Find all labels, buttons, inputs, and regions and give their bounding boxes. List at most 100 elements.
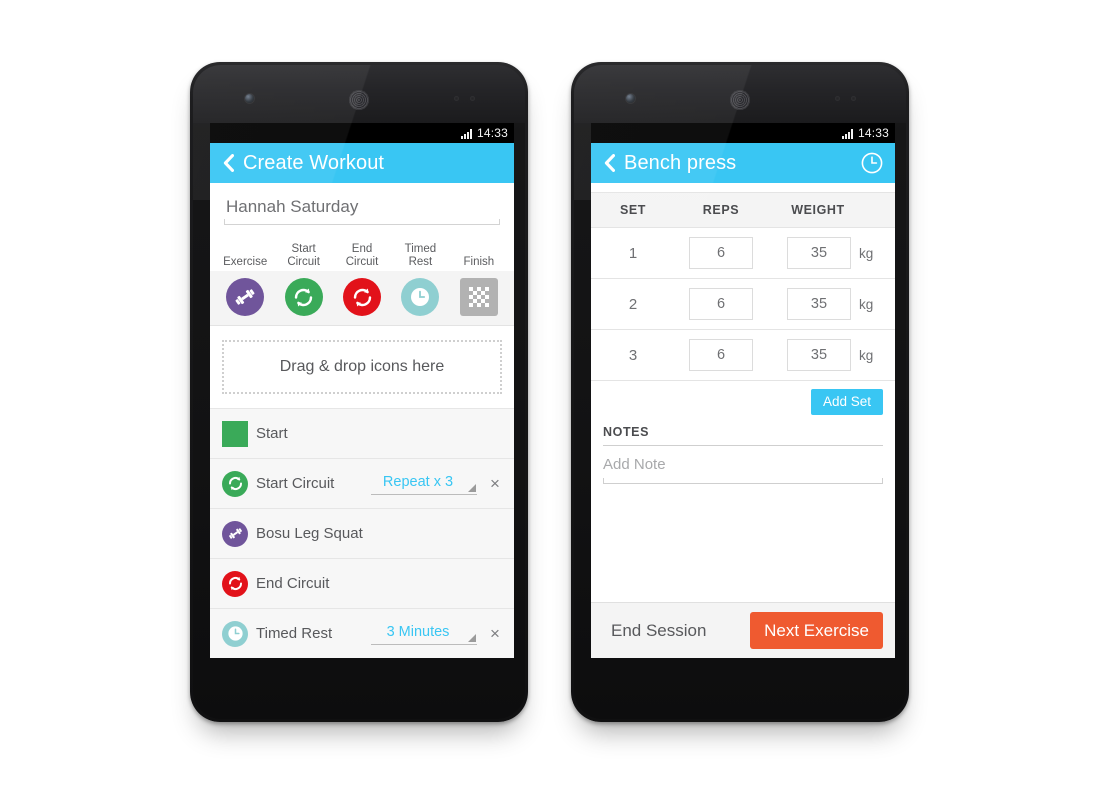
- set-number: 1: [628, 244, 638, 262]
- list-item-options: 3 Minutes ×: [371, 623, 502, 645]
- list-item-label: Bosu Leg Squat: [256, 525, 363, 542]
- proximity-sensor-icon: [454, 96, 459, 101]
- list-item-label: Timed Rest: [256, 625, 333, 642]
- weight-input[interactable]: 35: [787, 237, 851, 269]
- tool-label-finish: Finish: [463, 256, 495, 268]
- weight-cell: 35 kg: [767, 288, 895, 320]
- end-session-button[interactable]: End Session: [611, 621, 706, 641]
- weight-cell: 35 kg: [767, 339, 895, 371]
- refresh-loop-icon: [222, 470, 256, 497]
- bench-press-body: SET REPS WEIGHT 1 6 35 kg 2 6 35 kg 3 6 …: [591, 183, 895, 658]
- chevron-down-icon: [468, 483, 476, 492]
- app-bar-create-workout: Create Workout: [210, 143, 514, 183]
- tool-finish[interactable]: [450, 278, 508, 316]
- notes-heading: NOTES: [603, 425, 883, 446]
- refresh-loop-icon: [343, 278, 382, 316]
- workout-name-value: Hannah Saturday: [226, 197, 359, 216]
- delete-item-button[interactable]: ×: [488, 475, 502, 492]
- workout-sequence-list: Start Start Circuit Repeat x 3 × Bosu Le…: [210, 408, 514, 658]
- tool-palette-icons: [210, 271, 514, 326]
- rest-duration-dropdown[interactable]: 3 Minutes: [371, 623, 477, 645]
- list-item[interactable]: End Circuit: [210, 558, 514, 608]
- list-item-label: Start Circuit: [256, 475, 335, 492]
- page-title: Bench press: [624, 151, 737, 174]
- delete-item-button[interactable]: ×: [488, 625, 502, 642]
- workout-name-input[interactable]: Hannah Saturday: [224, 197, 500, 225]
- phone-device-left: 14:33 Create Workout Hannah Saturday Exe…: [190, 62, 528, 722]
- list-item[interactable]: Start Circuit Repeat x 3 ×: [210, 458, 514, 508]
- workout-name-section: Hannah Saturday: [210, 183, 514, 235]
- screen-right: 14:33 Bench press SET REPS WEIGHT 1 6 35…: [591, 123, 895, 658]
- rest-duration-value: 3 Minutes: [386, 623, 450, 640]
- note-placeholder: Add Note: [603, 455, 666, 473]
- phone-device-right: 14:33 Bench press SET REPS WEIGHT 1 6 35…: [571, 62, 909, 722]
- note-input[interactable]: Add Note: [603, 456, 883, 484]
- list-item-label: Start: [256, 425, 288, 442]
- proximity-sensor-icon: [835, 96, 840, 101]
- list-item[interactable]: Timed Rest 3 Minutes ×: [210, 608, 514, 658]
- column-header-weight: WEIGHT: [791, 203, 845, 217]
- reps-input[interactable]: 6: [689, 237, 753, 269]
- light-sensor-icon: [470, 96, 475, 101]
- notes-section: NOTES Add Note: [591, 418, 895, 484]
- column-header-set: SET: [619, 203, 647, 217]
- reps-cell: 6: [675, 288, 767, 320]
- weight-unit-label: kg: [859, 296, 874, 312]
- tool-label-exercise: Exercise: [223, 256, 268, 268]
- clock-icon[interactable]: [859, 150, 885, 176]
- content-spacer: [591, 483, 895, 602]
- create-workout-body: Hannah Saturday Exercise Start Circuit En…: [210, 183, 514, 658]
- column-header-reps: REPS: [702, 203, 740, 217]
- refresh-loop-icon: [222, 570, 256, 597]
- weight-unit-label: kg: [859, 245, 874, 261]
- list-item[interactable]: Bosu Leg Squat: [210, 508, 514, 558]
- reps-cell: 6: [675, 339, 767, 371]
- drag-drop-zone[interactable]: Drag & drop icons here: [222, 340, 502, 394]
- list-item-label: End Circuit: [256, 575, 330, 592]
- phone-bezel-right: 14:33 Bench press SET REPS WEIGHT 1 6 35…: [574, 65, 906, 719]
- list-item[interactable]: Start: [210, 408, 514, 458]
- app-bar-bench-press: Bench press: [591, 143, 895, 183]
- dropzone-section: Drag & drop icons here: [210, 326, 514, 408]
- page-title: Create Workout: [243, 151, 385, 174]
- status-bar-time: 14:33: [857, 126, 889, 140]
- tool-timed-rest[interactable]: [391, 278, 449, 316]
- table-row: 3 6 35 kg: [591, 330, 895, 381]
- tool-end-circuit[interactable]: [333, 278, 391, 316]
- chevron-left-icon[interactable]: [601, 153, 617, 173]
- reps-cell: 6: [675, 237, 767, 269]
- tool-exercise[interactable]: [216, 278, 274, 316]
- next-exercise-button[interactable]: Next Exercise: [750, 612, 883, 649]
- tool-label-end-circuit: End Circuit: [345, 243, 379, 268]
- dropzone-label: Drag & drop icons here: [279, 358, 445, 375]
- front-camera-icon: [245, 94, 254, 103]
- weight-cell: 35 kg: [767, 237, 895, 269]
- weight-input[interactable]: 35: [787, 339, 851, 371]
- checkered-flag-icon: [459, 278, 498, 316]
- light-sensor-icon: [851, 96, 856, 101]
- chevron-left-icon[interactable]: [220, 153, 236, 173]
- table-row: 2 6 35 kg: [591, 279, 895, 330]
- set-number: 3: [628, 346, 638, 364]
- earpiece-speaker-icon: [730, 90, 750, 110]
- front-camera-icon: [626, 94, 635, 103]
- refresh-loop-icon: [284, 278, 323, 316]
- tool-start-circuit[interactable]: [274, 278, 332, 316]
- repeat-count-dropdown[interactable]: Repeat x 3: [371, 473, 477, 495]
- weight-input[interactable]: 35: [787, 288, 851, 320]
- table-row: 1 6 35 kg: [591, 228, 895, 279]
- clock-icon: [401, 278, 440, 316]
- reps-input[interactable]: 6: [689, 288, 753, 320]
- earpiece-speaker-icon: [349, 90, 369, 110]
- repeat-count-value: Repeat x 3: [382, 473, 454, 490]
- tool-palette-labels: Exercise Start Circuit End Circuit Timed Re…: [210, 235, 514, 271]
- reps-input[interactable]: 6: [689, 339, 753, 371]
- status-bar-left: 14:33: [210, 123, 514, 143]
- chevron-down-icon: [468, 633, 476, 642]
- dumbbell-icon: [226, 278, 265, 316]
- add-set-button[interactable]: Add Set: [810, 389, 883, 415]
- green-square-icon: [222, 420, 256, 447]
- add-set-row: Add Set: [591, 381, 895, 419]
- list-item-options: Repeat x 3 ×: [371, 473, 502, 495]
- status-bar-right: 14:33: [591, 123, 895, 143]
